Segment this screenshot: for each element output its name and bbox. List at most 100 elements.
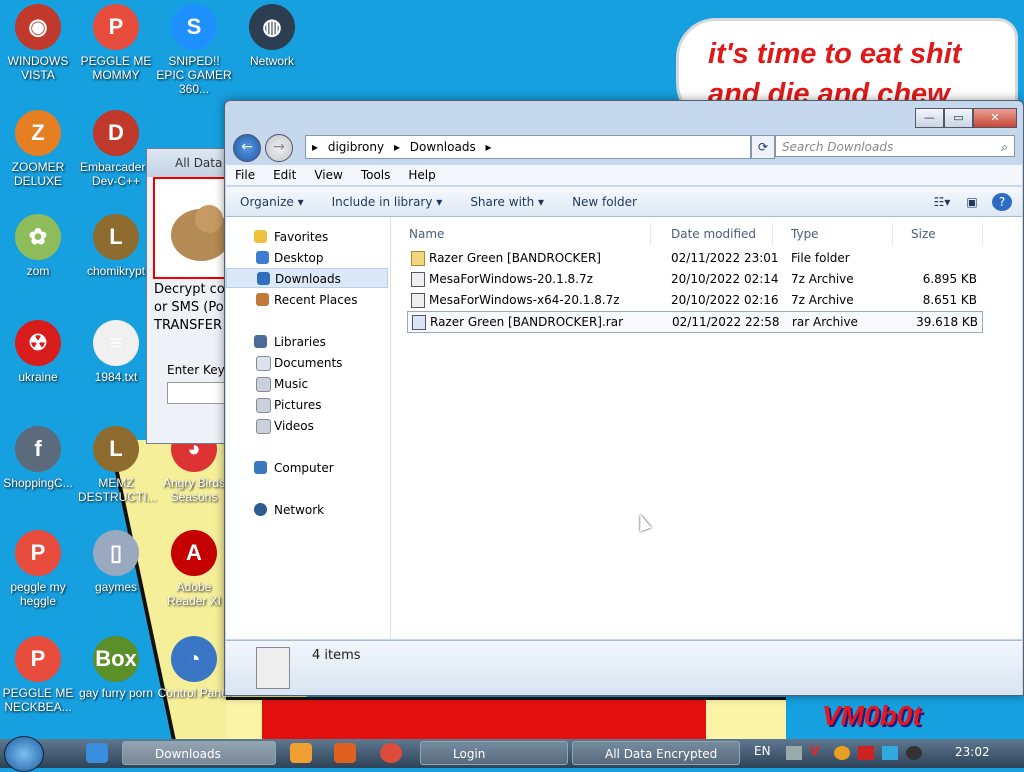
forward-button[interactable]: →: [265, 134, 293, 162]
file-row[interactable]: MesaForWindows-x64-20.1.8.7z 20/10/2022 …: [407, 290, 981, 310]
nav-libraries[interactable]: Libraries: [226, 332, 388, 352]
nav-label: Libraries: [274, 335, 326, 349]
nav-videos[interactable]: Videos: [226, 416, 388, 436]
chevron-right-icon[interactable]: ▸: [394, 140, 400, 154]
language-indicator[interactable]: EN: [754, 744, 771, 758]
taskbar-task[interactable]: All Data Encrypted: [572, 741, 740, 765]
menu-edit[interactable]: Edit: [264, 168, 305, 182]
include-in-library-button[interactable]: Include in library ▾: [318, 195, 457, 209]
desktop-app-icon: ◉: [15, 4, 61, 50]
desktop-icon-item[interactable]: Lchomikrypt: [78, 214, 154, 278]
desktop-icon-label: Angry Birds Seasons: [162, 476, 226, 504]
desktop-icon-item[interactable]: L MEMZ DESTRUCTI...: [78, 426, 157, 504]
help-icon[interactable]: ?: [992, 192, 1012, 211]
refresh-icon[interactable]: ⟳: [751, 135, 775, 159]
file-row[interactable]: Razer Green [BANDROCKER].rar 02/11/2022 …: [407, 311, 983, 333]
column-size[interactable]: Size: [893, 223, 983, 245]
taskbar-task[interactable]: Login: [420, 741, 568, 765]
taskbar-task[interactable]: Downloads: [122, 741, 276, 765]
tray-icon[interactable]: [906, 746, 922, 760]
file-list: Name Date modified Type Size Razer Green…: [391, 217, 1022, 639]
folder-icon: ▸: [312, 140, 319, 154]
start-button[interactable]: [4, 736, 44, 772]
desktop-app-icon: D: [93, 110, 139, 156]
back-button[interactable]: ←: [233, 134, 261, 162]
tray-icon[interactable]: V: [810, 744, 819, 758]
nav-label: Music: [274, 377, 309, 391]
include-label: Include in library: [331, 194, 433, 209]
maximize-button[interactable]: ▭: [944, 108, 973, 128]
share-with-button[interactable]: Share with ▾: [456, 195, 558, 209]
desktop-icon-item[interactable]: A Adobe Reader XI: [156, 530, 232, 608]
search-icon[interactable]: ⌕: [1001, 136, 1008, 158]
nav-network[interactable]: Network: [226, 500, 388, 520]
desktop-icon-item[interactable]: ✿ zom: [0, 214, 76, 278]
desktop-icon-item[interactable]: S SNIPED!! EPIC GAMER 360...: [156, 4, 232, 96]
file-size: 8.651 KB: [922, 293, 977, 307]
nav-documents[interactable]: Documents: [226, 353, 388, 373]
minimize-button[interactable]: —: [915, 108, 944, 128]
desktop-icon-item[interactable]: Box gay furry porn: [78, 636, 154, 700]
column-name[interactable]: Name: [391, 223, 651, 245]
background-brand-text: VM0b0t: [822, 700, 922, 731]
column-type[interactable]: Type: [773, 223, 893, 245]
new-folder-button[interactable]: New folder: [558, 195, 651, 209]
nav-computer[interactable]: Computer: [226, 458, 388, 478]
menu-tools[interactable]: Tools: [352, 168, 400, 182]
breadcrumb-item[interactable]: Downloads: [410, 140, 476, 154]
file-type: rar Archive: [792, 315, 858, 329]
command-bar: Organize ▾ Include in library ▾ Share wi…: [226, 187, 1022, 217]
file-row[interactable]: Razer Green [BANDROCKER] 02/11/2022 23:0…: [407, 248, 981, 268]
app-icon[interactable]: [334, 743, 356, 763]
address-bar[interactable]: ▸ digibrony ▸ Downloads ▸: [305, 135, 751, 159]
menu-help[interactable]: Help: [399, 168, 444, 182]
file-date: 02/11/2022 22:58: [672, 315, 780, 329]
desktop-icon-label: Network: [249, 54, 294, 68]
desktop-icon-item[interactable]: f ShoppingC...: [0, 426, 76, 490]
nav-music[interactable]: Music: [226, 374, 388, 394]
desktop-icon-item[interactable]: D Embarcadero Dev-C++: [78, 110, 154, 188]
desktop-icon-item[interactable]: P PEGGLE ME MOMMY: [78, 4, 154, 82]
media-player-icon[interactable]: [290, 743, 312, 763]
breadcrumb-item[interactable]: digibrony: [328, 140, 384, 154]
tray-icon[interactable]: [786, 746, 802, 760]
search-input[interactable]: Search Downloads ⌕: [775, 135, 1015, 157]
tray-icon[interactable]: [834, 746, 850, 760]
chevron-right-icon[interactable]: ▸: [486, 140, 492, 154]
music-icon: [256, 377, 271, 392]
nav-downloads[interactable]: Downloads: [226, 268, 388, 288]
nav-desktop[interactable]: Desktop: [226, 248, 388, 268]
desktop-icon-item[interactable]: ◔ Control Panel: [156, 636, 232, 700]
organize-button[interactable]: Organize ▾: [226, 195, 318, 209]
desktop-icon-item[interactable]: Ppeggle my heggle: [0, 530, 76, 608]
tray-icon[interactable]: [858, 746, 874, 760]
view-options-icon[interactable]: ☷▾: [932, 193, 952, 211]
menu-file[interactable]: File: [226, 168, 264, 182]
desktop-icon-item[interactable]: ◉ WINDOWS VISTA: [0, 4, 76, 82]
nav-recent-places[interactable]: Recent Places: [226, 290, 388, 310]
clock[interactable]: 23:02: [955, 745, 990, 759]
desktop-icon-item[interactable]: ≡ 1984.txt: [78, 320, 154, 384]
preview-pane-icon[interactable]: ▣: [962, 193, 982, 211]
nav-label: Downloads: [275, 272, 341, 286]
menu-view[interactable]: View: [305, 168, 351, 182]
close-button[interactable]: ✕: [973, 108, 1017, 128]
computer-icon: [254, 461, 267, 474]
column-date-modified[interactable]: Date modified: [653, 223, 773, 245]
tray-icon[interactable]: [882, 746, 898, 760]
desktop-icon-item[interactable]: ◍ Network: [234, 4, 310, 68]
internet-explorer-icon[interactable]: [86, 743, 108, 763]
nav-pictures[interactable]: Pictures: [226, 395, 388, 415]
nav-favorites[interactable]: Favorites: [226, 227, 388, 247]
desktop-app-icon: ☢: [15, 320, 61, 366]
file-row[interactable]: MesaForWindows-20.1.8.7z 20/10/2022 02:1…: [407, 269, 981, 289]
file-type: 7z Archive: [791, 293, 854, 307]
desktop-icon-item[interactable]: ▯ gaymes: [78, 530, 154, 594]
desktop-icon-item[interactable]: P PEGGLE ME NECKBEA...: [0, 636, 76, 714]
chrome-icon[interactable]: [380, 743, 402, 763]
desktop-icon-item[interactable]: Z ZOOMER DELUXE: [0, 110, 76, 188]
file-name: MesaForWindows-20.1.8.7z: [429, 272, 593, 286]
desktop-icon-item[interactable]: ☢ ukraine: [0, 320, 76, 384]
desktop-app-icon: P: [15, 530, 61, 576]
archive-rar-icon: [412, 315, 426, 330]
